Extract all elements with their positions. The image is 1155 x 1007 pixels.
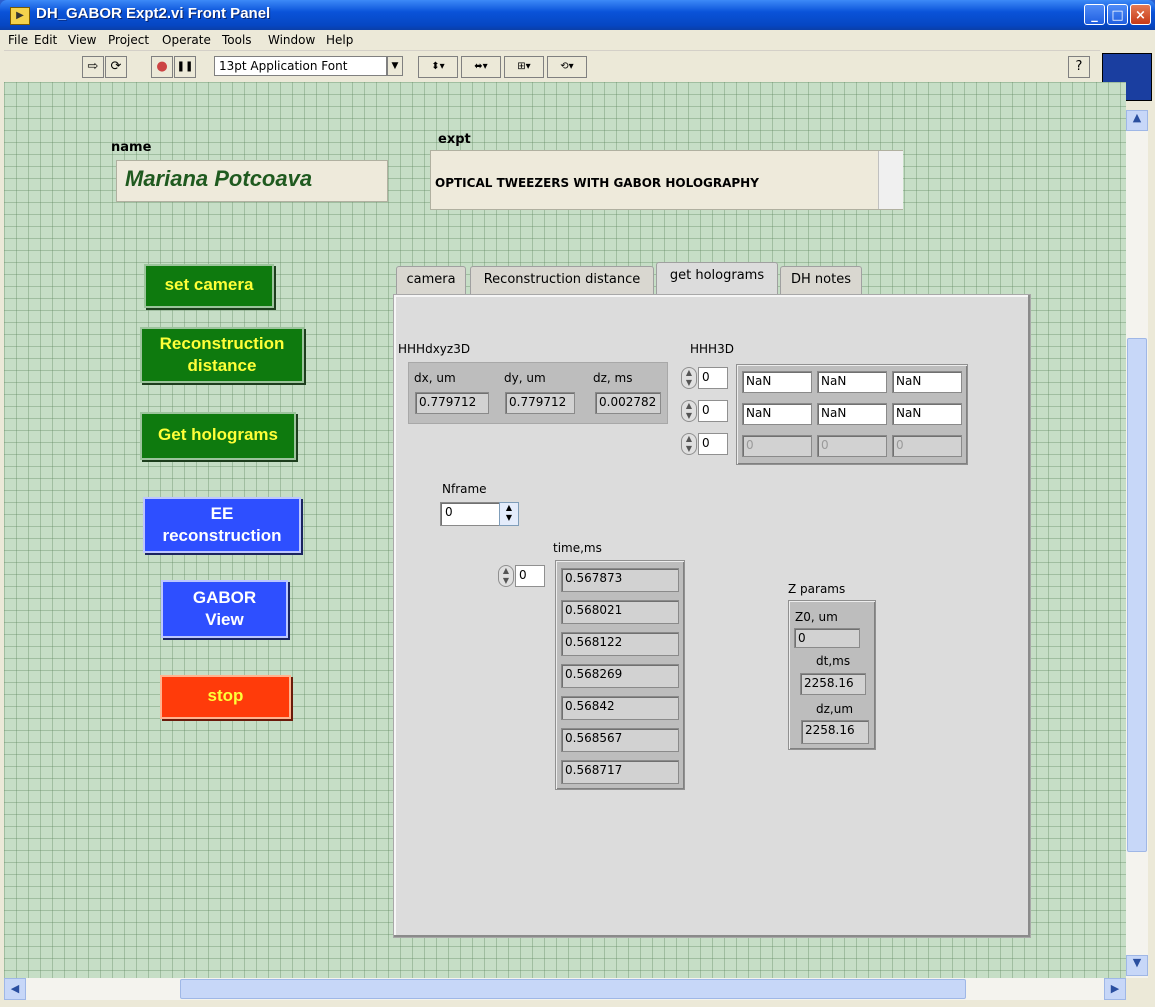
reconstruction-distance-button[interactable]: Reconstruction distance — [140, 327, 304, 383]
time-ms-cell: 0.567873 — [561, 568, 679, 592]
scroll-left-icon[interactable]: ◀ — [4, 978, 26, 1000]
get-holograms-button[interactable]: Get holograms — [140, 412, 296, 460]
reconstruction-distance-line2: distance — [187, 356, 257, 375]
tab-get-holograms[interactable]: get holograms — [656, 262, 778, 294]
hhh3d-cell: NaN — [892, 371, 962, 393]
dz-um-indicator: 2258.16 — [801, 720, 869, 744]
gabor-view-line2: View — [205, 610, 244, 629]
time-ms-cell: 0.568269 — [561, 664, 679, 688]
hhh3d-cell: NaN — [817, 371, 887, 393]
expt-scrollbar[interactable] — [878, 151, 903, 209]
reorder-icon[interactable]: ⟲▾ — [547, 56, 587, 78]
maximize-button[interactable]: □ — [1107, 4, 1128, 25]
dx-label: dx, um — [414, 371, 456, 385]
dz-um-label: dz,um — [816, 702, 854, 716]
ee-reconstruction-line2: reconstruction — [162, 526, 282, 545]
dt-indicator: 2258.16 — [800, 673, 866, 695]
hhh3d-cell-dim: 0 — [892, 435, 962, 457]
ee-reconstruction-line1: EE — [210, 504, 234, 523]
hhh3d-index-3[interactable]: 0 — [698, 433, 728, 455]
nframe-label: Nframe — [442, 482, 487, 496]
distribute-objects-icon[interactable]: ⬌▾ — [461, 56, 501, 78]
dz-indicator: 0.002782 — [595, 392, 661, 414]
vertical-scroll-thumb[interactable] — [1127, 338, 1147, 852]
nframe-stepper-icon[interactable]: ▲ ▼ — [499, 502, 519, 526]
scroll-down-icon[interactable]: ▼ — [1126, 955, 1148, 976]
time-ms-cell: 0.56842 — [561, 696, 679, 720]
index-spinner-icon[interactable]: ▲ ▼ — [681, 400, 697, 422]
pause-icon[interactable]: ❚❚ — [174, 56, 196, 78]
run-icon[interactable]: ⇨ — [82, 56, 104, 78]
hhhdxyz3d-label: HHHdxyz3D — [398, 342, 471, 356]
tab-camera[interactable]: camera — [396, 266, 466, 294]
z0-indicator: 0 — [794, 628, 860, 648]
run-continuously-icon[interactable]: ⟳ — [105, 56, 127, 78]
z0-label: Z0, um — [795, 610, 838, 624]
z-params-label: Z params — [788, 582, 846, 596]
hhh3d-cell: NaN — [892, 403, 962, 425]
chevron-down-icon[interactable]: ▼ — [387, 56, 403, 76]
menu-project[interactable]: Project — [108, 33, 149, 47]
hhh3d-cell: NaN — [742, 403, 812, 425]
horizontal-scroll-thumb[interactable] — [180, 979, 966, 999]
tab-dh-notes[interactable]: DH notes — [780, 266, 862, 294]
resize-objects-icon[interactable]: ⊞▾ — [504, 56, 544, 78]
stop-button[interactable]: stop — [160, 675, 291, 719]
index-spinner-icon[interactable]: ▲ ▼ — [498, 565, 514, 587]
time-ms-label: time,ms — [553, 541, 602, 555]
hhh3d-index-1[interactable]: 0 — [698, 367, 728, 389]
name-label: name — [111, 140, 152, 155]
set-camera-button[interactable]: set camera — [144, 264, 274, 308]
menu-view[interactable]: View — [68, 33, 96, 47]
hhh3d-cell: NaN — [817, 403, 887, 425]
scroll-right-icon[interactable]: ▶ — [1104, 978, 1126, 1000]
menu-edit[interactable]: Edit — [34, 33, 57, 47]
font-selector[interactable]: 13pt Application Font — [214, 56, 387, 76]
menu-operate[interactable]: Operate — [162, 33, 211, 47]
hhh3d-cell-dim: 0 — [817, 435, 887, 457]
context-help-icon[interactable]: ? — [1068, 56, 1090, 78]
ee-reconstruction-button[interactable]: EE reconstruction — [143, 497, 301, 553]
minimize-button[interactable]: _ — [1084, 4, 1105, 25]
index-spinner-icon[interactable]: ▲ ▼ — [681, 367, 697, 389]
gabor-view-line1: GABOR — [192, 588, 257, 607]
abort-icon[interactable]: ● — [151, 56, 173, 78]
menu-window[interactable]: Window — [268, 33, 315, 47]
menu-file[interactable]: File — [8, 33, 28, 47]
dy-indicator: 0.779712 — [505, 392, 575, 414]
dz-label: dz, ms — [593, 371, 633, 385]
name-value: Mariana Potcoava — [125, 166, 313, 191]
labview-app-icon: ▶ — [10, 7, 30, 25]
index-spinner-icon[interactable]: ▲ ▼ — [681, 433, 697, 455]
tab-reconstruction-distance[interactable]: Reconstruction distance — [470, 266, 654, 294]
expt-value: OPTICAL TWEEZERS WITH GABOR HOLOGRAPHY — [435, 176, 759, 190]
menu-help[interactable]: Help — [326, 33, 353, 47]
time-ms-cell: 0.568021 — [561, 600, 679, 624]
align-objects-icon[interactable]: ⬍▾ — [418, 56, 458, 78]
gabor-view-button[interactable]: GABOR View — [161, 580, 288, 638]
dy-label: dy, um — [504, 371, 546, 385]
dx-indicator: 0.779712 — [415, 392, 489, 414]
time-ms-index[interactable]: 0 — [515, 565, 545, 587]
hhh3d-label: HHH3D — [690, 342, 734, 356]
expt-label: expt — [438, 132, 471, 147]
window-title: DH_GABOR Expt2.vi Front Panel — [36, 5, 271, 22]
time-ms-cell: 0.568567 — [561, 728, 679, 752]
scroll-up-icon[interactable]: ▲ — [1126, 110, 1148, 131]
dt-label: dt,ms — [816, 654, 851, 668]
hhh3d-cell: NaN — [742, 371, 812, 393]
hhh3d-index-2[interactable]: 0 — [698, 400, 728, 422]
time-ms-cell: 0.568122 — [561, 632, 679, 656]
reconstruction-distance-line1: Reconstruction — [159, 334, 285, 353]
close-button[interactable]: × — [1130, 4, 1151, 25]
menu-tools[interactable]: Tools — [222, 33, 252, 47]
time-ms-cell: 0.568717 — [561, 760, 679, 784]
nframe-input[interactable]: 0 — [440, 502, 500, 526]
hhh3d-cell-dim: 0 — [742, 435, 812, 457]
